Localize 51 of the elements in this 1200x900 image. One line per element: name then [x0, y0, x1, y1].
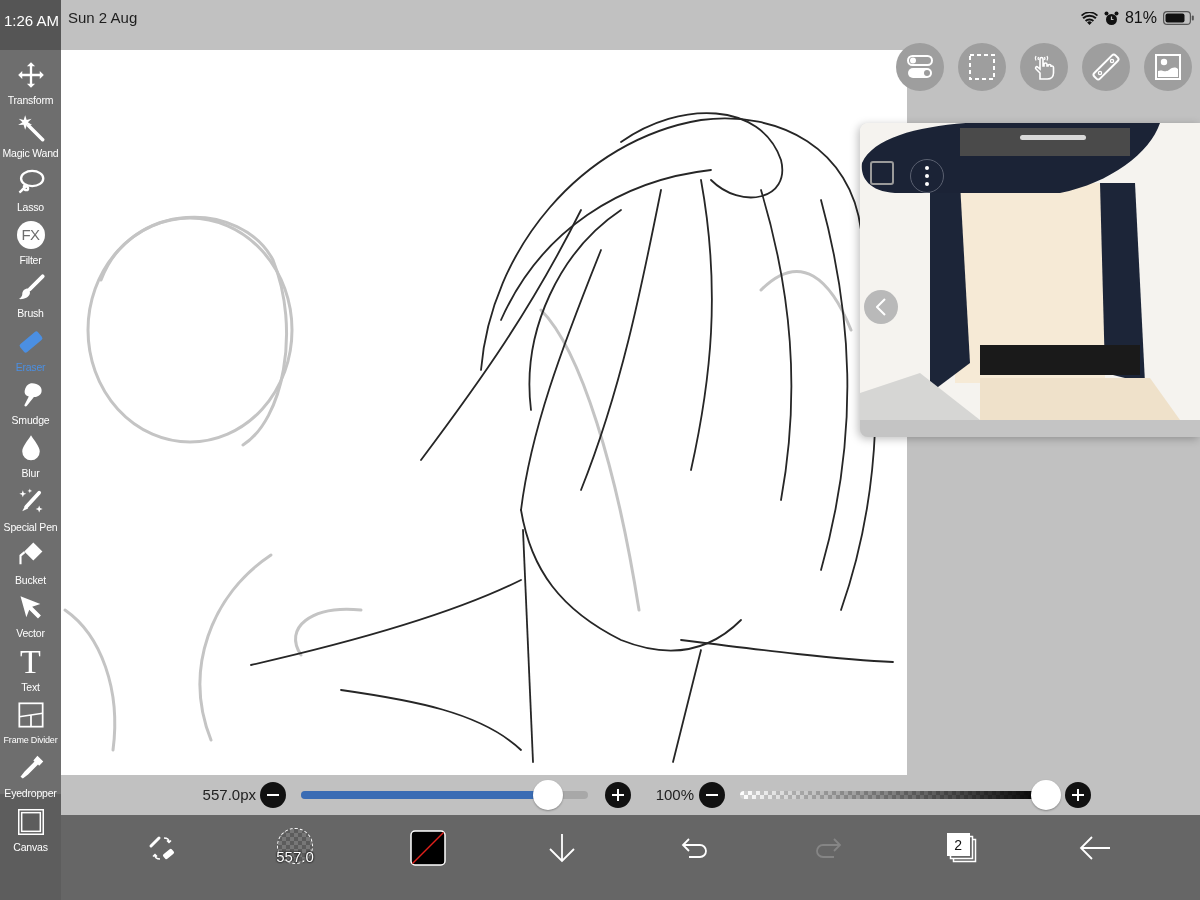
plus-icon	[1072, 789, 1084, 801]
ruler-icon	[1092, 53, 1120, 81]
switches-icon	[906, 53, 934, 81]
plus-icon	[612, 789, 624, 801]
minus-icon	[706, 794, 718, 796]
double-square-icon	[16, 807, 45, 836]
tool-button[interactable]: Vector	[0, 588, 61, 642]
selection-button[interactable]	[958, 43, 1006, 91]
brush-size-reading: 557.0px	[201, 784, 256, 805]
drag-handle[interactable]	[1020, 135, 1086, 140]
status-date: Sun 2 Aug	[68, 9, 138, 27]
tool-button[interactable]: Lasso	[0, 161, 61, 215]
tool-button[interactable]: Brush	[0, 268, 61, 322]
slider-thumb[interactable]	[532, 780, 563, 810]
picture-icon	[1154, 53, 1182, 81]
tool-button[interactable]: T Text	[0, 641, 61, 695]
decrease-size-button[interactable]	[260, 782, 286, 808]
slider-thumb[interactable]	[1031, 780, 1061, 810]
switches-button[interactable]	[896, 43, 944, 91]
tool-button[interactable]: Bucket	[0, 534, 61, 589]
status-time: 1:26 AM	[4, 12, 60, 29]
tool-button[interactable]: Eyedropper	[0, 748, 61, 802]
letter-icon: T	[19, 647, 42, 676]
ruler-button[interactable]	[1082, 43, 1130, 91]
minus-icon	[267, 794, 279, 796]
tool-button[interactable]: Magic Wand	[0, 108, 61, 162]
square-button[interactable]	[870, 161, 894, 185]
opacity-reading: 100%	[654, 784, 694, 805]
alarm-icon	[1103, 10, 1119, 26]
layers-button[interactable]: 2	[894, 826, 1029, 870]
four-way-arrow-icon	[16, 61, 45, 89]
battery-percent: 81%	[1124, 9, 1157, 27]
tool-button[interactable]: Blur	[0, 428, 61, 482]
tool-button[interactable]: Special Pen	[0, 481, 61, 535]
chevron-left-icon	[876, 298, 886, 316]
more-icon	[925, 166, 929, 186]
magic-wand-icon	[16, 114, 45, 143]
battery-icon	[1163, 11, 1194, 25]
increase-size-button[interactable]	[605, 782, 631, 808]
tool-button[interactable]: FX Filter	[0, 215, 61, 269]
increase-opacity-button[interactable]	[1065, 782, 1091, 808]
wifi-icon	[1080, 11, 1098, 25]
tool-button[interactable]: Frame Divider	[0, 694, 61, 749]
decrease-opacity-button[interactable]	[699, 782, 725, 808]
tool-button[interactable]: Canvas	[0, 801, 61, 855]
tool-button[interactable]: Transform	[0, 55, 61, 109]
touch-button[interactable]	[1020, 43, 1068, 91]
lasso-icon	[16, 167, 45, 196]
reference-image-button[interactable]	[1144, 43, 1192, 91]
tool-button[interactable]: Smudge	[0, 374, 61, 429]
dashed-square-icon	[968, 53, 996, 81]
